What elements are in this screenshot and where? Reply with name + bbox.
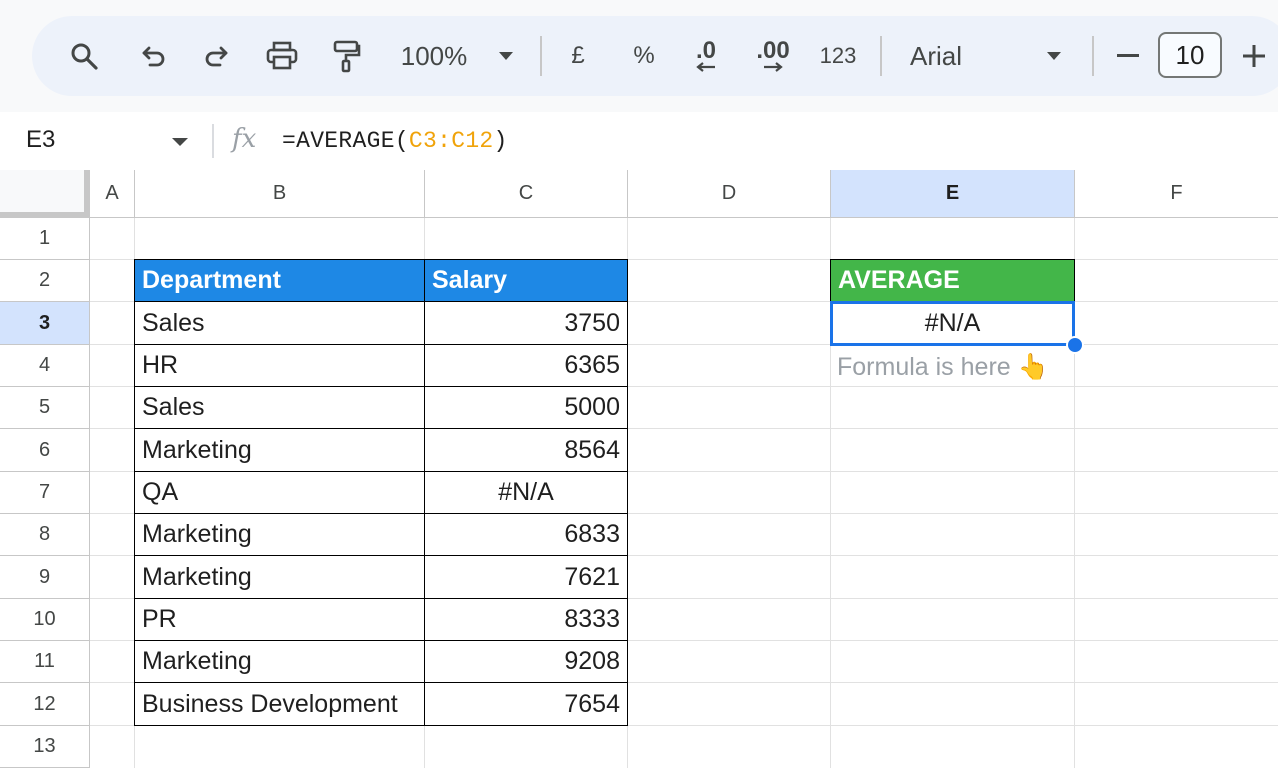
formula-close: ) <box>493 128 508 154</box>
plus-icon <box>1243 45 1265 67</box>
name-box-dropdown-icon[interactable] <box>172 138 188 146</box>
table-cell-salary[interactable]: 7621 <box>424 555 628 599</box>
table-cell-department[interactable]: PR <box>134 598 426 641</box>
selected-cell-e3[interactable]: #N/A <box>830 301 1075 346</box>
formula-bar: E3 fx =AVERAGE(C3:C12) <box>0 112 1278 170</box>
row-header-10[interactable]: 10 <box>0 599 90 641</box>
table-cell-department[interactable]: Business Development <box>134 682 426 726</box>
column-header-b[interactable]: B <box>135 170 425 218</box>
row-header-9[interactable]: 9 <box>0 556 90 599</box>
column-header-c[interactable]: C <box>425 170 628 218</box>
formula-input[interactable]: =AVERAGE(C3:C12) <box>282 126 508 154</box>
table-cell-department[interactable]: Sales <box>134 301 426 345</box>
table-cell-department[interactable]: Marketing <box>134 513 426 556</box>
toolbar-area: 100% £ % .0 .00 123 Arial 10 <box>0 0 1278 112</box>
select-all-corner[interactable] <box>0 170 90 218</box>
name-box[interactable]: E3 <box>26 126 55 154</box>
table-cell-salary[interactable]: 8564 <box>424 428 628 472</box>
table-cell-department[interactable]: QA <box>134 471 426 514</box>
table-cell-salary[interactable]: 7654 <box>424 682 628 726</box>
average-header-cell[interactable]: AVERAGE <box>830 259 1075 302</box>
table-cell-salary[interactable]: 5000 <box>424 386 628 429</box>
table-header-department[interactable]: Department <box>134 259 426 302</box>
font-size-input[interactable]: 10 <box>1158 32 1222 78</box>
decrease-font-size-button[interactable] <box>1114 16 1142 96</box>
fx-icon: fx <box>232 124 257 154</box>
print-icon[interactable] <box>262 16 302 96</box>
formula-function: =AVERAGE( <box>282 128 409 154</box>
toolbar-divider <box>1092 36 1094 76</box>
row-header-2[interactable]: 2 <box>0 260 90 302</box>
row-header-5[interactable]: 5 <box>0 387 90 429</box>
table-cell-salary-error[interactable]: #N/A <box>424 471 628 514</box>
toolbar-divider <box>880 36 882 76</box>
table-cell-department[interactable]: Marketing <box>134 640 426 683</box>
formula-bar-divider <box>212 124 214 158</box>
table-cell-department[interactable]: HR <box>134 344 426 387</box>
row-header-12[interactable]: 12 <box>0 683 90 726</box>
minus-icon <box>1117 54 1139 57</box>
row-header-7[interactable]: 7 <box>0 472 90 514</box>
row-header-8[interactable]: 8 <box>0 514 90 556</box>
column-header-d[interactable]: D <box>628 170 831 218</box>
table-cell-salary[interactable]: 8333 <box>424 598 628 641</box>
font-dropdown-icon[interactable] <box>1042 16 1066 96</box>
table-cell-salary[interactable]: 9208 <box>424 640 628 683</box>
undo-icon[interactable] <box>136 16 172 96</box>
table-cell-department[interactable]: Sales <box>134 386 426 429</box>
row-header-1[interactable]: 1 <box>0 218 90 260</box>
column-header-f[interactable]: F <box>1075 170 1278 218</box>
table-cell-salary[interactable]: 3750 <box>424 301 628 345</box>
row-header-4[interactable]: 4 <box>0 345 90 387</box>
zoom-value[interactable]: 100% <box>394 16 474 96</box>
font-family-value[interactable]: Arial <box>910 16 974 96</box>
search-menus-icon[interactable] <box>64 16 104 96</box>
table-cell-department[interactable]: Marketing <box>134 555 426 599</box>
redo-icon[interactable] <box>198 16 234 96</box>
toolbar-divider <box>540 36 542 76</box>
table-cell-salary[interactable]: 6365 <box>424 344 628 387</box>
increase-decimal-label: .00 <box>756 37 790 64</box>
table-cell-department[interactable]: Marketing <box>134 428 426 472</box>
row-header-11[interactable]: 11 <box>0 641 90 683</box>
spreadsheet-grid: A B C D E F 1 2 3 4 5 6 7 8 9 10 11 12 1… <box>0 170 1278 768</box>
currency-format-button[interactable]: £ <box>566 16 590 96</box>
formula-note-cell[interactable]: Formula is here 👆 <box>830 346 1075 388</box>
toolbar: 100% £ % .0 .00 123 Arial 10 <box>32 16 1278 96</box>
table-header-salary[interactable]: Salary <box>424 259 628 302</box>
decrease-decimal-button[interactable]: .0 <box>686 16 726 96</box>
arrow-right-icon <box>764 62 783 72</box>
row-header-13[interactable]: 13 <box>0 726 90 768</box>
formula-range-ref: C3:C12 <box>408 128 494 154</box>
increase-font-size-button[interactable] <box>1240 16 1268 96</box>
arrow-left-icon <box>696 62 715 72</box>
zoom-dropdown-icon[interactable] <box>494 16 518 96</box>
column-header-a[interactable]: A <box>90 170 135 218</box>
table-cell-salary[interactable]: 6833 <box>424 513 628 556</box>
row-header-3[interactable]: 3 <box>0 302 90 345</box>
more-formats-button[interactable]: 123 <box>816 16 860 96</box>
decrease-decimal-label: .0 <box>695 37 716 64</box>
row-header-6[interactable]: 6 <box>0 429 90 472</box>
percent-format-button[interactable]: % <box>630 16 658 96</box>
increase-decimal-button[interactable]: .00 <box>750 16 796 96</box>
column-header-e[interactable]: E <box>831 170 1075 218</box>
paint-format-icon[interactable] <box>326 16 366 96</box>
